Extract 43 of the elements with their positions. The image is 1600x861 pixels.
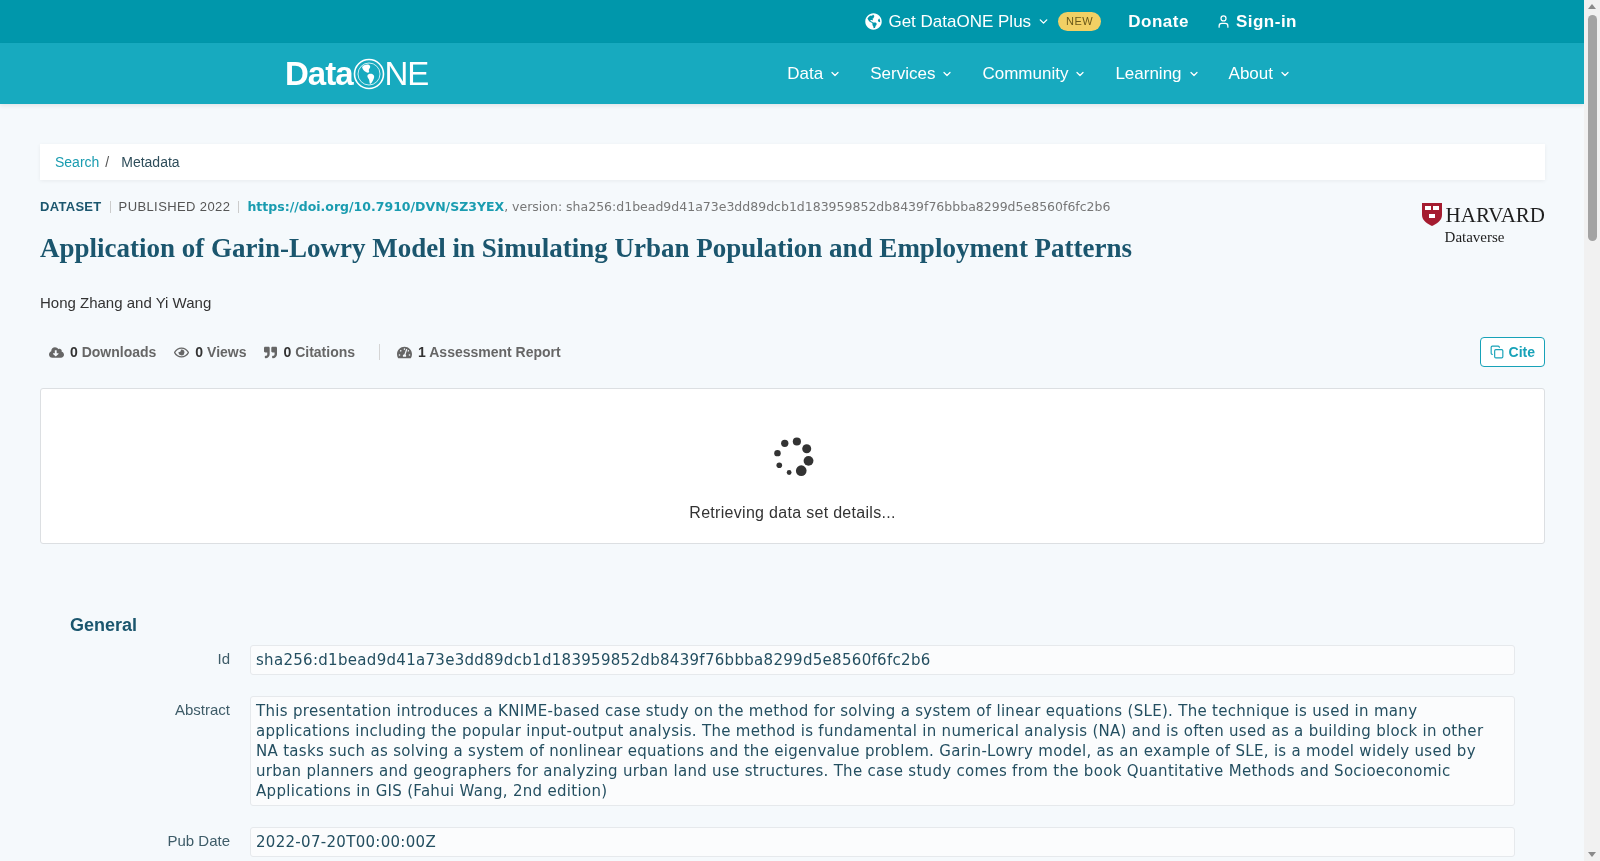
nav-menu-item[interactable]: Learning — [1115, 60, 1200, 87]
quote-icon — [264, 345, 278, 359]
breadcrumb-current: Metadata — [121, 152, 180, 172]
version-text: , version: sha256:d1bead9d41a73e3dd89dcb1d183959852db8439f76bbba8299d5e8560f6fc2b6 — [504, 198, 1111, 216]
section-heading: General — [70, 614, 139, 637]
field-label: Abstract — [173, 700, 230, 720]
caret-down-icon — [1588, 852, 1596, 857]
field-label: Id — [216, 649, 230, 669]
dataset-type-label: DATASET — [40, 198, 102, 216]
caret-up-icon — [1588, 4, 1596, 9]
field-label: Pub Date — [166, 831, 230, 851]
stat-text: 0 Citations — [283, 342, 356, 362]
donate-link[interactable]: Donate — [1128, 8, 1189, 35]
cite-button[interactable]: Cite — [1479, 337, 1545, 367]
nav-menu-item[interactable]: Data — [787, 60, 842, 87]
plus-menu-button[interactable]: Get DataONE Plus — [865, 8, 1051, 35]
dataset-title: Application of Garin-Lowry Model in Simulating Urban Population and Employment Patterns — [40, 232, 1134, 264]
breadcrumb-separator: / — [105, 152, 110, 172]
loading-message: Retrieving data set details... — [689, 503, 896, 523]
metadata-value: This presentation introduces a KNIME-based case study on the method for solving a system of linear equations (SLE). The technique is used in many applications including the popular input-output analysis. The method is fundamental in numerical analysis (NA) and is often used as a building block in other NA tasks such as solving a system of nonlinear equations and the eigenvalue problem. Garin-Lowry model, as an example of SLE, is a model widely used by urban planners and geographers for analyzing urban land use structures. The case study comes from the book Quantitative Methods and Socioeconomic Applications in GIS (Fahui Wang, 2nd edition) — [250, 696, 1515, 806]
shield-icon — [1421, 203, 1442, 226]
nav-menu-item[interactable]: Community — [982, 60, 1087, 87]
metadata-value: sha256:d1bead9d41a73e3dd89dcb1d183959852db8439f76bbba8299d5e8560f6fc2b6 — [250, 645, 1515, 675]
nav-menu-item[interactable]: About — [1228, 60, 1291, 87]
stat-text: 0 Views — [195, 342, 247, 362]
sign-in-button[interactable]: Sign-in — [1215, 8, 1297, 35]
published-year: PUBLISHED 2022 — [118, 198, 231, 216]
authors-text: Hong Zhang and Yi Wang — [40, 293, 213, 313]
dataverse-logo-text: Dataverse — [1444, 228, 1505, 246]
harvard-logo-text: HARVARD — [1445, 203, 1545, 226]
globe-icon — [865, 13, 883, 30]
stat-text: 0 Downloads — [70, 342, 157, 362]
copy-icon — [1489, 345, 1504, 359]
metadata-value: 2022-07-20T00:00:00Z — [250, 827, 1515, 857]
dataone-logo[interactable]: Data NE — [285, 57, 429, 90]
new-badge: NEW — [1058, 12, 1102, 31]
gauge-icon — [397, 344, 413, 360]
globe-logo-icon — [352, 57, 385, 90]
nav-menu-item[interactable]: Services — [870, 60, 954, 87]
cloud-download-icon — [49, 344, 64, 360]
stat-text: 1 Assessment Report — [418, 342, 561, 362]
user-icon — [1215, 14, 1231, 29]
breadcrumb-link[interactable]: Search — [55, 151, 100, 173]
